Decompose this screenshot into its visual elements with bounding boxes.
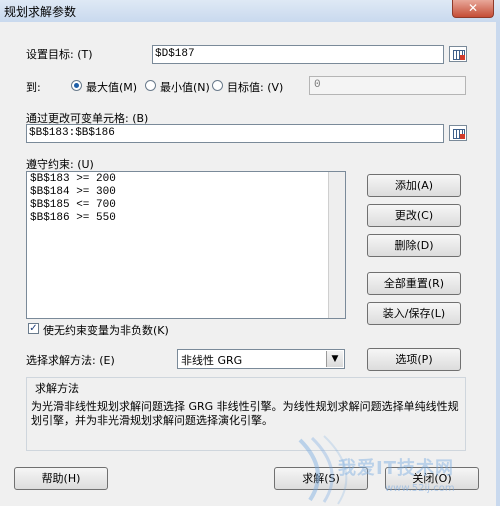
load-save-button[interactable]: 装入/保存(L) bbox=[367, 302, 461, 325]
variables-collapse-button[interactable] bbox=[449, 125, 467, 141]
radio-min-label: 最小值(N) bbox=[160, 81, 210, 94]
reset-all-button[interactable]: 全部重置(R) bbox=[367, 272, 461, 295]
method-label: 选择求解方法: (E) bbox=[26, 354, 115, 367]
radio-min[interactable] bbox=[145, 80, 156, 91]
constraints-label: 遵守约束: (U) bbox=[26, 158, 94, 171]
method-select[interactable]: 非线性 GRG ▼ bbox=[177, 349, 345, 369]
target-value-input[interactable]: 0 bbox=[309, 76, 466, 95]
title-bar: 规划求解参数 ✕ bbox=[0, 0, 500, 23]
help-button[interactable]: 帮助(H) bbox=[14, 467, 108, 490]
constraints-list[interactable]: $B$183 >= 200 $B$184 >= 300 $B$185 <= 70… bbox=[26, 171, 346, 319]
list-item[interactable]: $B$183 >= 200 bbox=[27, 172, 345, 185]
solving-method-description: 为光滑非线性规划求解问题选择 GRG 非线性引擎。为线性规划求解问题选择单纯线性… bbox=[31, 400, 459, 427]
list-item[interactable]: $B$185 <= 700 bbox=[27, 198, 345, 211]
to-label: 到: bbox=[26, 81, 41, 94]
objective-input[interactable]: $D$187 bbox=[152, 45, 444, 64]
method-selected-value: 非线性 GRG bbox=[181, 354, 243, 367]
nonneg-label: 使无约束变量为非负数(K) bbox=[43, 324, 169, 337]
radio-target-value[interactable] bbox=[212, 80, 223, 91]
window-title: 规划求解参数 bbox=[4, 5, 77, 19]
add-button[interactable]: 添加(A) bbox=[367, 174, 461, 197]
radio-target-label: 目标值: (V) bbox=[227, 81, 284, 94]
constraints-scrollbar[interactable] bbox=[328, 172, 345, 318]
change-button[interactable]: 更改(C) bbox=[367, 204, 461, 227]
objective-label: 设置目标: (T) bbox=[26, 48, 93, 61]
delete-button[interactable]: 删除(D) bbox=[367, 234, 461, 257]
chevron-down-icon[interactable]: ▼ bbox=[326, 351, 343, 367]
close-window-button[interactable]: ✕ bbox=[452, 0, 494, 18]
radio-max[interactable] bbox=[71, 80, 82, 91]
nonneg-checkbox[interactable]: ✓ bbox=[28, 323, 39, 334]
radio-max-label: 最大值(M) bbox=[86, 81, 138, 94]
close-icon: ✕ bbox=[467, 1, 479, 15]
watermark-url: www.52ij.com bbox=[385, 483, 455, 494]
watermark-text: 我爱IT技术网 bbox=[338, 458, 454, 479]
options-button[interactable]: 选项(P) bbox=[367, 348, 461, 371]
variables-input[interactable]: $B$183:$B$186 bbox=[26, 124, 444, 143]
solving-method-title: 求解方法 bbox=[35, 382, 79, 395]
solver-parameters-dialog: 设置目标: (T) $D$187 到: 最大值(M) 最小值(N) 目标值: (… bbox=[0, 22, 500, 506]
solving-method-group: 求解方法 为光滑非线性规划求解问题选择 GRG 非线性引擎。为线性规划求解问题选… bbox=[26, 377, 466, 451]
objective-collapse-button[interactable] bbox=[449, 46, 467, 62]
list-item[interactable]: $B$184 >= 300 bbox=[27, 185, 345, 198]
list-item[interactable]: $B$186 >= 550 bbox=[27, 211, 345, 224]
